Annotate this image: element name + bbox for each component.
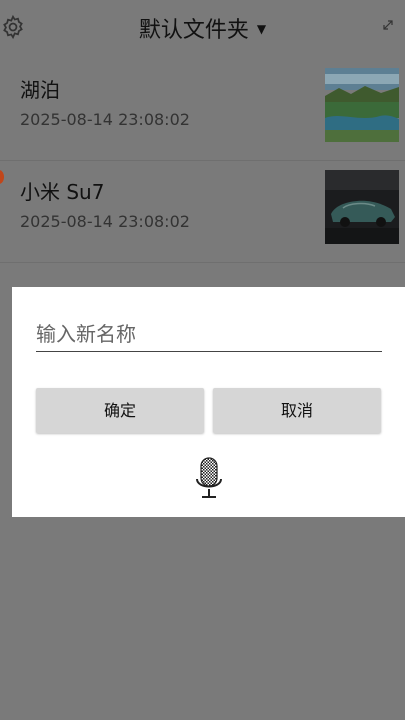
new-name-input[interactable] xyxy=(36,317,382,352)
item-title: 湖泊 xyxy=(20,78,60,102)
folder-title[interactable]: 默认文件夹 ▼ xyxy=(0,12,405,44)
list-item[interactable]: 湖泊 2025-08-14 23:08:02 xyxy=(0,60,405,161)
microphone-icon[interactable] xyxy=(194,457,224,499)
confirm-button[interactable]: 确定 xyxy=(36,388,204,433)
rename-dialog: 确定 取消 xyxy=(12,287,405,517)
expand-icon[interactable] xyxy=(381,18,395,32)
cancel-button[interactable]: 取消 xyxy=(213,388,381,433)
status-badge xyxy=(0,170,4,184)
list-item[interactable]: 小米 Su7 2025-08-14 23:08:02 xyxy=(0,162,405,263)
caret-down-icon: ▼ xyxy=(256,22,267,36)
item-date: 2025-08-14 23:08:02 xyxy=(20,212,190,231)
top-bar: 默认文件夹 ▼ xyxy=(0,0,405,58)
item-date: 2025-08-14 23:08:02 xyxy=(20,110,190,129)
lake-thumbnail xyxy=(325,68,399,142)
item-title: 小米 Su7 xyxy=(20,180,105,204)
folder-title-label: 默认文件夹 xyxy=(138,18,249,43)
car-thumbnail xyxy=(325,170,399,244)
